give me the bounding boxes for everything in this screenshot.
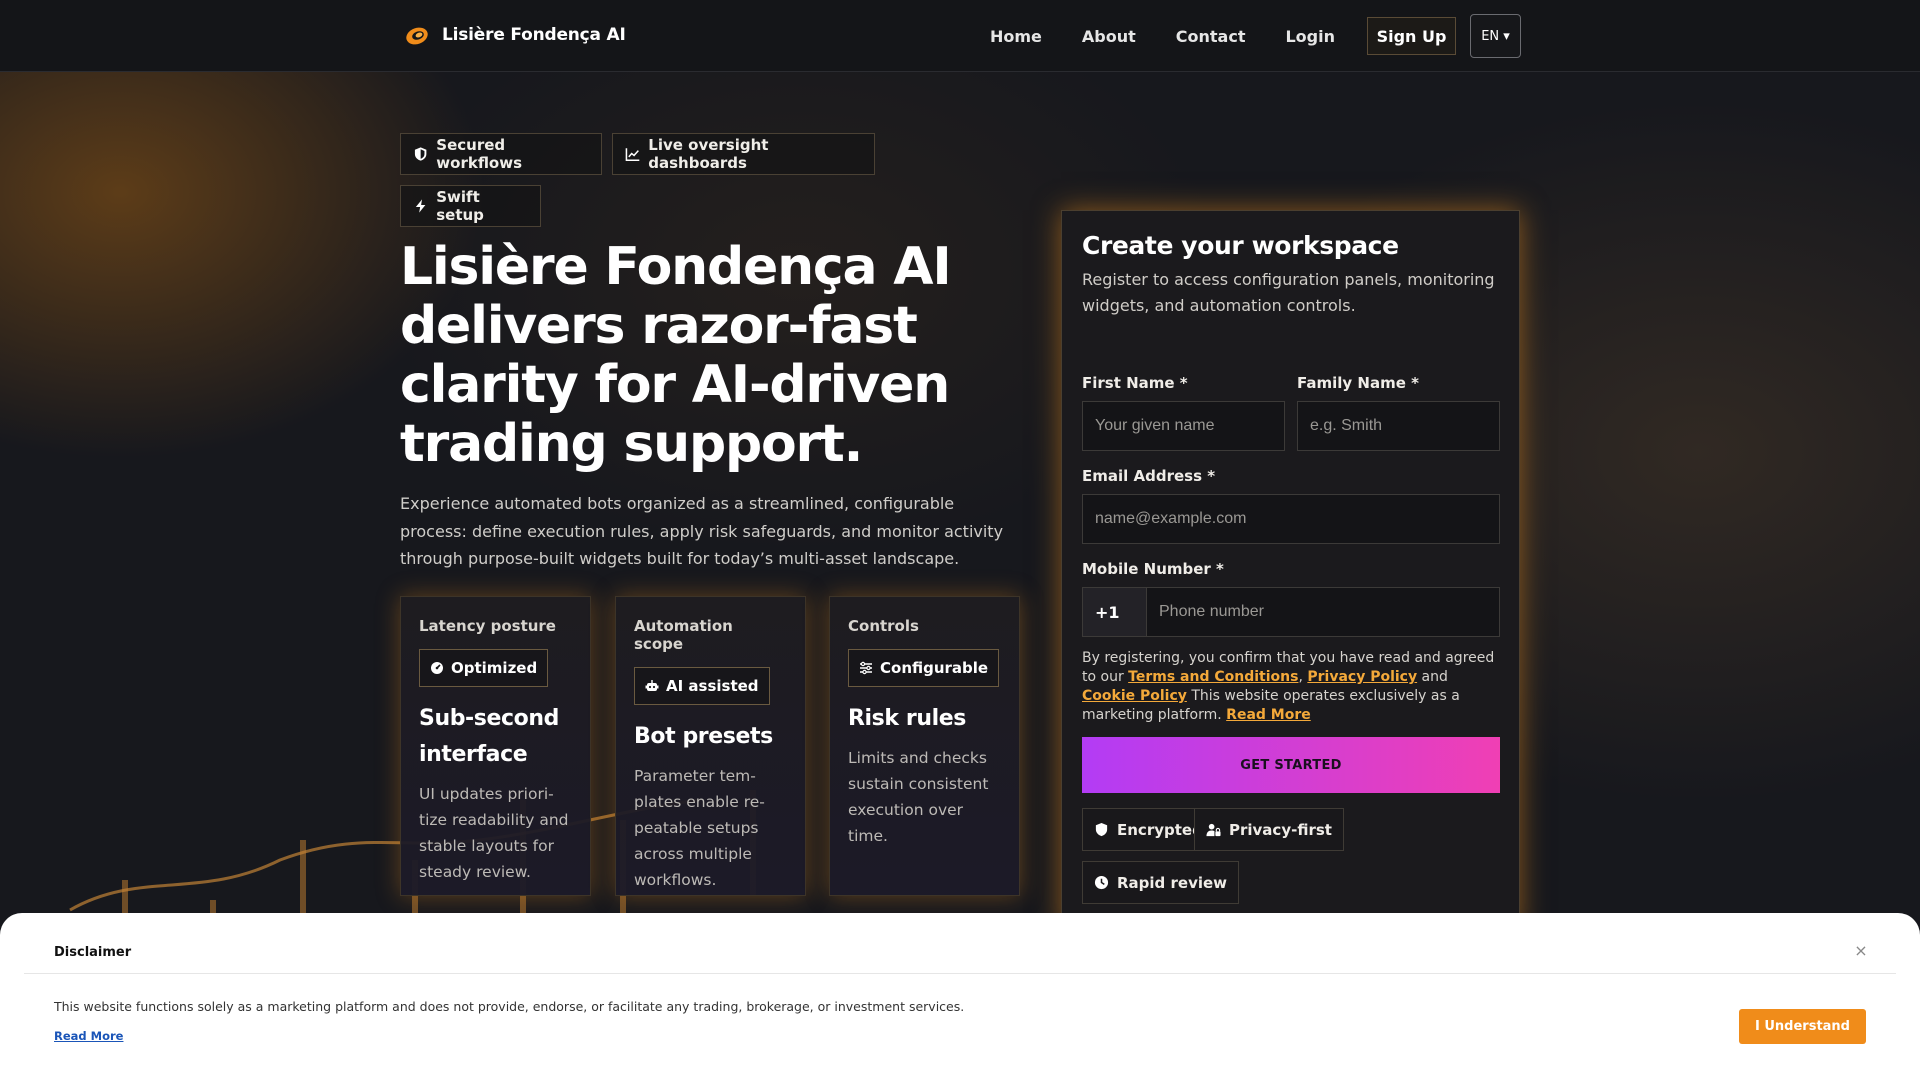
- signup-button[interactable]: Sign Up: [1367, 17, 1456, 55]
- feature-card-automation: Automation scope AI assisted Bot presets…: [615, 596, 806, 896]
- gauge-icon: [431, 662, 443, 674]
- disclaimer-text: This website functions solely as a marke…: [54, 999, 965, 1014]
- get-started-button[interactable]: GET STARTED: [1082, 737, 1500, 793]
- shield-icon: [414, 147, 427, 161]
- phone-country-code[interactable]: +1: [1082, 587, 1146, 637]
- badge-label: Secured workflows: [436, 136, 523, 172]
- disclaimer-read-more-link[interactable]: Read More: [54, 1029, 123, 1043]
- card-title: Risk rules: [848, 706, 966, 731]
- trust-badge-privacy: Privacy-first: [1194, 808, 1344, 851]
- card-title: Bot presets: [634, 724, 773, 749]
- card-tag: Configurable: [848, 649, 1000, 687]
- card-title: Sub-second interface: [419, 706, 559, 767]
- trust-label: Encrypted: [1117, 820, 1203, 839]
- legal-separator: and: [1417, 669, 1448, 685]
- disclaimer-title: Disclaimer: [54, 945, 132, 960]
- mobile-label: Mobile Number *: [1082, 560, 1224, 578]
- nav-link-login[interactable]: Login: [1285, 27, 1335, 46]
- card-kicker: Controls: [848, 617, 919, 635]
- read-more-link[interactable]: Read More: [1226, 707, 1311, 723]
- nav-link-home[interactable]: Home: [990, 27, 1042, 46]
- robot-icon: [645, 680, 659, 691]
- badge-label: Swift setup: [436, 188, 484, 224]
- badge-label: Live oversight dashboards: [648, 136, 769, 172]
- divider: [24, 973, 1896, 974]
- brand-logo-icon: [404, 22, 430, 48]
- phone-input[interactable]: [1146, 587, 1500, 637]
- top-navigation: Lisière Fondença AI Home About Contact L…: [0, 0, 1920, 72]
- card-tag-label: Optimized: [451, 659, 538, 677]
- bolt-icon: [415, 199, 426, 213]
- disclaimer-banner: Disclaimer × This website functions sole…: [0, 913, 1920, 1080]
- nav-link-contact[interactable]: Contact: [1176, 27, 1246, 46]
- feature-card-controls: Controls Configurable Risk rules Limits …: [829, 596, 1020, 896]
- language-selector[interactable]: EN ▾: [1470, 14, 1521, 58]
- trust-label: Privacy-first: [1229, 820, 1332, 839]
- chart-line-icon: [625, 148, 640, 161]
- understand-button[interactable]: I Understand: [1739, 1009, 1866, 1044]
- family-name-label: Family Name *: [1297, 374, 1419, 392]
- privacy-link[interactable]: Privacy Policy: [1307, 669, 1417, 685]
- nav-link-about[interactable]: About: [1082, 27, 1136, 46]
- trust-badge-rapid-review: Rapid review: [1082, 861, 1240, 904]
- badge-swift-setup: Swift setup: [400, 185, 541, 227]
- hero-description: Experience automated bots organized as a…: [400, 494, 1004, 568]
- email-label: Email Address *: [1082, 467, 1216, 485]
- feature-card-latency: Latency posture Optimized Sub-second int…: [400, 596, 591, 896]
- card-tag-label: AI assisted: [666, 677, 759, 695]
- hero-title: Lisière Fondença AI delivers razor-fast …: [400, 237, 952, 474]
- shield-icon: [1095, 822, 1108, 837]
- card-kicker: Automation scope: [634, 617, 733, 653]
- card-kicker: Latency posture: [419, 617, 556, 635]
- card-body: UI updates priori-tize readability and s…: [419, 785, 569, 881]
- badge-live-oversight: Live oversight dashboards: [612, 133, 875, 175]
- card-tag-label: Configurable: [880, 659, 989, 677]
- card-tag: Optimized: [419, 649, 549, 687]
- card-body: Limits and checks sustain consistent exe…: [848, 749, 989, 845]
- email-input[interactable]: [1082, 494, 1500, 544]
- brand-name: Lisière Fondença AI: [442, 25, 626, 45]
- user-lock-icon: [1206, 823, 1221, 837]
- legal-consent-text: By registering, you confirm that you hav…: [1082, 649, 1502, 725]
- brand-logo[interactable]: Lisière Fondença AI: [404, 22, 626, 48]
- first-name-label: First Name *: [1082, 374, 1188, 392]
- sliders-icon: [860, 661, 872, 675]
- trust-label: Rapid review: [1117, 873, 1228, 892]
- signup-form: Create your workspace Register to access…: [1061, 210, 1520, 930]
- badge-secured-workflows: Secured workflows: [400, 133, 602, 175]
- close-icon[interactable]: ×: [1852, 941, 1870, 960]
- family-name-input[interactable]: [1297, 401, 1500, 451]
- nav-links: Home About Contact Login: [990, 0, 1375, 72]
- first-name-input[interactable]: [1082, 401, 1285, 451]
- clock-icon: [1094, 875, 1109, 890]
- form-subtitle: Register to access configuration panels,…: [1082, 270, 1495, 315]
- card-body: Parameter tem-plates enable re-peatable …: [634, 767, 765, 889]
- form-title: Create your workspace: [1082, 231, 1399, 260]
- cookie-link[interactable]: Cookie Policy: [1082, 688, 1187, 704]
- terms-link[interactable]: Terms and Conditions: [1128, 669, 1298, 685]
- card-tag: AI assisted: [634, 667, 770, 705]
